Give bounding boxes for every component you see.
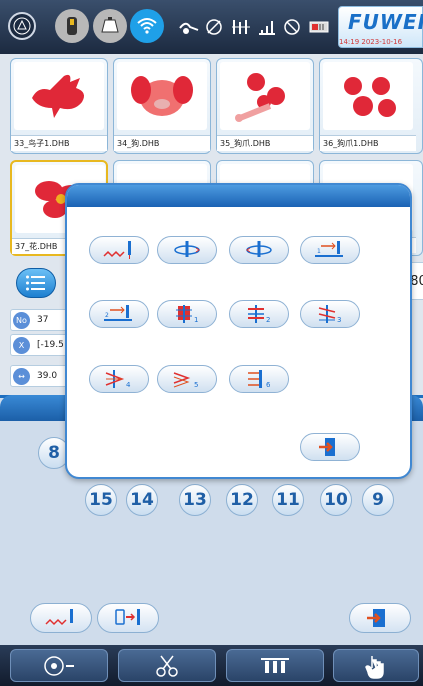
wifi-icon[interactable] [130,9,164,43]
tension-icon [230,18,252,40]
pattern-card-34[interactable]: 34_狗.DHB [113,58,211,154]
stitch-needle-button[interactable] [30,603,92,633]
svg-text:4: 4 [126,381,131,389]
thread-mode-4-button[interactable]: 4 [89,365,149,393]
memory-icon [308,18,330,40]
width-icon: ↔ [13,368,30,385]
brand-panel: FUWEI 14:19 2023-10-16 [338,6,423,48]
needle-change-button[interactable] [97,603,159,633]
thread-mode-2-button[interactable]: 2 [229,300,289,328]
datetime: 14:19 2023-10-16 [339,38,403,46]
bird-thumbnail-icon [14,62,104,130]
rotate-needle-reverse-button[interactable] [229,236,289,264]
needle-9-button[interactable]: 9 [362,484,394,516]
thread-mode-1-button[interactable]: 1 [157,300,217,328]
function-dialog: 1 2 1 2 3 4 5 6 [65,183,412,479]
number-icon: No [13,312,30,329]
width-row: ↔ 39.0 [10,365,70,387]
scissors-icon[interactable] [118,649,216,682]
needle-plate-icon[interactable] [93,9,127,43]
needle-11-button[interactable]: 11 [272,484,304,516]
paws-thumbnail-icon [323,62,413,130]
paw-bone-thumbnail-icon [220,62,310,130]
rotation-off-icon [282,18,302,40]
pattern-number-row: No 37 [10,309,70,331]
thread-trim-icon [178,18,200,40]
pattern-number: 37 [37,315,49,325]
x-icon: X [13,337,30,354]
needle-position-1-button[interactable]: 1 [300,236,360,264]
needle-position-2-button[interactable]: 2 [89,300,149,328]
no-sensor-icon [204,18,224,40]
cartridge-icon[interactable] [55,9,89,43]
svg-text:3: 3 [337,316,341,324]
x-offset-row: X [-19.5 [10,334,70,356]
svg-text:1: 1 [317,248,321,255]
thread-mode-5-button[interactable]: 5 [157,365,217,393]
needle-12-button[interactable]: 12 [226,484,258,516]
dialog-header [67,185,410,207]
x-offset: [-19.5 [37,340,64,350]
dog-face-thumbnail-icon [117,62,207,130]
pattern-name: 36_狗爪1.DHB [320,135,416,151]
needle-13-button[interactable]: 13 [179,484,211,516]
brand-logo: FUWEI [348,10,423,34]
svg-text:2: 2 [105,312,109,319]
svg-text:5: 5 [194,381,198,389]
svg-text:6: 6 [266,381,271,389]
pattern-card-33[interactable]: 33_鸟子1.DHB [10,58,108,154]
width-value: 39.0 [37,371,58,381]
pattern-card-35[interactable]: 35_狗爪.DHB [216,58,314,154]
exit-button[interactable] [349,603,411,633]
svg-text:1: 1 [194,316,198,324]
dahao-logo-icon [8,12,36,40]
bottom-nav [0,645,423,686]
menu-back-button[interactable] [10,649,108,682]
needle-rack-icon[interactable] [226,649,324,682]
pattern-list-button[interactable] [16,268,56,298]
status-bar: FUWEI 14:19 2023-10-16 [0,0,423,54]
needle-10-button[interactable]: 10 [320,484,352,516]
pattern-name: 34_狗.DHB [114,135,210,151]
svg-text:2: 2 [266,316,270,324]
pattern-name: 33_鸟子1.DHB [11,135,107,151]
signal-needle-icon [256,18,278,40]
pattern-name: 35_狗爪.DHB [217,135,313,151]
needle-14-button[interactable]: 14 [126,484,158,516]
pattern-card-36[interactable]: 36_狗爪1.DHB [319,58,423,154]
rotate-needle-button[interactable] [157,236,217,264]
hand-pointer-icon[interactable] [333,649,419,682]
stitch-needle-button[interactable] [89,236,149,264]
thread-mode-3-button[interactable]: 3 [300,300,360,328]
thread-mode-6-button[interactable]: 6 [229,365,289,393]
needle-15-button[interactable]: 15 [85,484,117,516]
dialog-exit-button[interactable] [300,433,360,461]
